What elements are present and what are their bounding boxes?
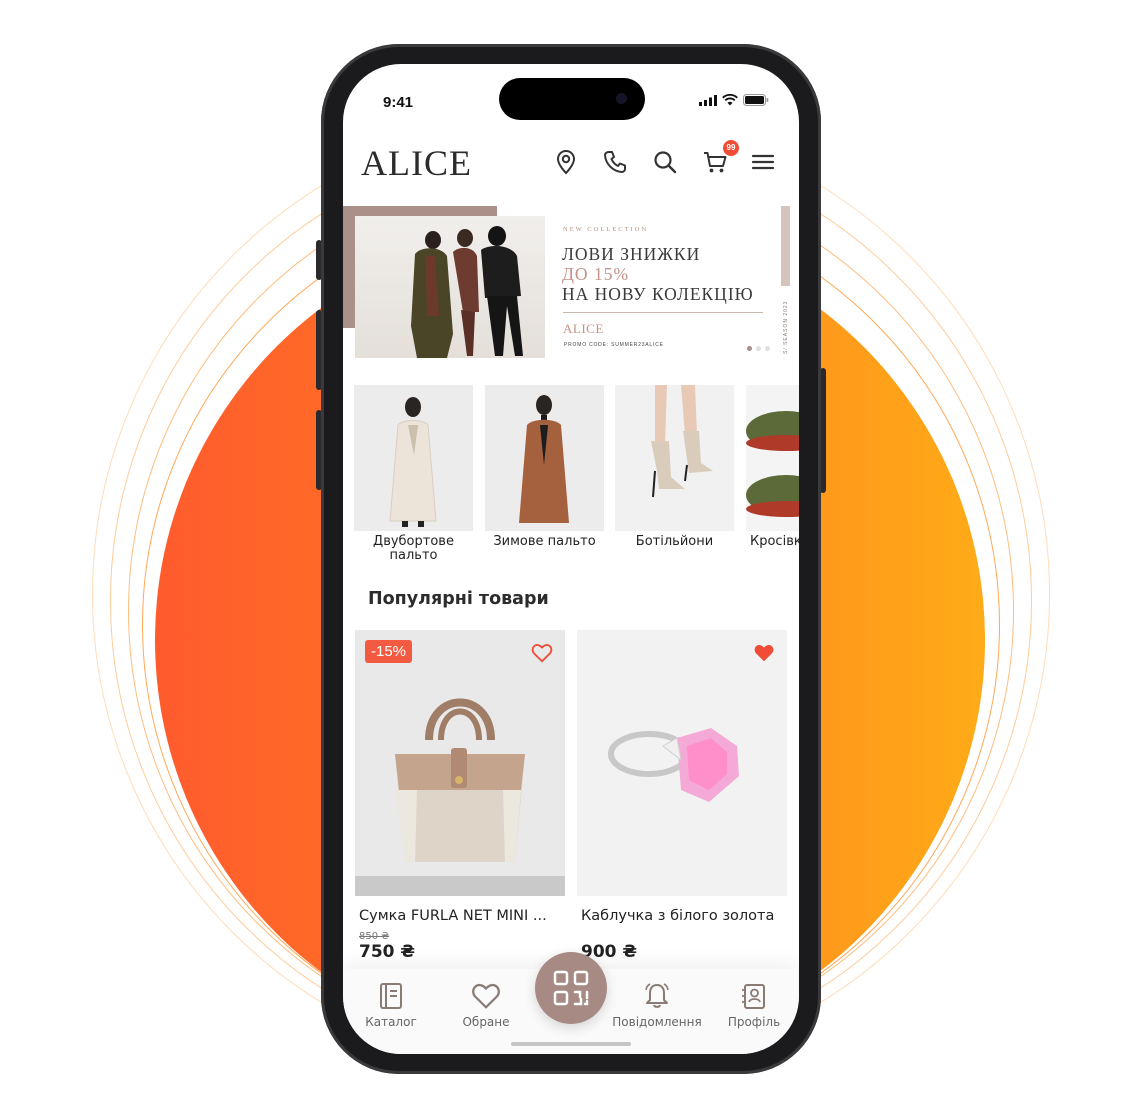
- status-time: 9:41: [383, 94, 414, 111]
- product-old-price: 850 ₴: [359, 931, 390, 942]
- category-label: Кросівки: [750, 534, 799, 549]
- category-item[interactable]: Кросівки: [746, 385, 799, 549]
- battery-icon: [743, 94, 769, 106]
- category-image: [354, 385, 473, 531]
- profile-icon: [742, 984, 765, 1009]
- category-image: [615, 385, 734, 531]
- product-image: -15%: [355, 630, 565, 896]
- product-card[interactable]: Каблучка з білого золота . 900 ₴: [577, 630, 787, 962]
- wifi-icon: [722, 94, 738, 106]
- category-label: Ботільйони: [635, 534, 714, 549]
- category-image: [746, 385, 799, 531]
- banner-eyebrow: NEW COLLECTION: [563, 226, 649, 233]
- signal-icon: [699, 94, 717, 106]
- tab-label: Каталог: [365, 1015, 417, 1029]
- search-icon[interactable]: [651, 148, 679, 176]
- category-item[interactable]: Двубортове пальто: [354, 385, 473, 563]
- banner-brand: ALICE: [563, 321, 604, 336]
- carousel-dot[interactable]: [765, 346, 770, 351]
- heart-icon: [472, 983, 500, 1009]
- banner-promo-code: PROMO CODE: SUMMER23ALICE: [564, 342, 664, 348]
- product-price: 900 ₴: [581, 942, 638, 962]
- tab-favorites[interactable]: Обране: [441, 981, 531, 1029]
- category-image: [485, 385, 604, 531]
- carousel-dots[interactable]: [747, 346, 770, 351]
- promo-banner[interactable]: NEW COLLECTION ЛОВИ ЗНИЖКИ ДО 15% НА НОВ…: [343, 206, 799, 366]
- carousel-dot[interactable]: [756, 346, 761, 351]
- cart-count-badge: 99: [723, 140, 739, 156]
- product-name[interactable]: Каблучка з білого золота: [577, 908, 787, 924]
- tab-notifications[interactable]: Повідомлення: [611, 981, 703, 1029]
- category-item[interactable]: Ботільйони: [615, 385, 734, 549]
- tab-label: Повідомлення: [612, 1015, 702, 1029]
- product-card[interactable]: -15% Сумка FURLA NET MINI ... 850 ₴ 750 …: [355, 630, 565, 962]
- category-label: Зимове пальто: [493, 534, 596, 549]
- tab-label: Профіль: [727, 1015, 781, 1029]
- phone-icon[interactable]: [601, 148, 629, 176]
- discount-badge: -15%: [365, 640, 413, 663]
- banner-headline-3: НА НОВУ КОЛЕКЦІЮ: [562, 284, 754, 304]
- dynamic-island: [499, 78, 645, 120]
- favorite-heart-icon[interactable]: [753, 642, 775, 664]
- models-illustration: [411, 226, 523, 358]
- phone-screen: 9:41 ALICE 99 NEW COLLECTION ЛОВИ ЗНИЖКИ…: [343, 64, 799, 1054]
- banner-season-text: S/ SEASON 2023: [783, 300, 789, 354]
- category-carousel[interactable]: Двубортове пальто Зимове пальто Ботільйо…: [354, 385, 799, 570]
- banner-divider: [563, 312, 763, 313]
- menu-icon[interactable]: [749, 148, 777, 176]
- section-title: Популярні товари: [368, 589, 549, 609]
- product-price: 750 ₴: [359, 942, 416, 962]
- brand-logo[interactable]: ALICE: [361, 142, 472, 184]
- banner-headline-2: ДО 15%: [562, 264, 630, 284]
- location-icon[interactable]: [552, 148, 580, 176]
- product-name[interactable]: Сумка FURLA NET MINI ...: [355, 908, 565, 924]
- qr-scan-icon: [553, 970, 589, 1006]
- banner-photo: [355, 216, 545, 358]
- bell-icon: [645, 983, 669, 1008]
- favorite-heart-icon[interactable]: [531, 642, 553, 664]
- category-item[interactable]: Зимове пальто: [485, 385, 604, 549]
- qr-scan-button[interactable]: [535, 952, 607, 1024]
- catalog-icon: [380, 983, 402, 1009]
- category-label: Двубортове пальто: [373, 534, 454, 563]
- banner-headline-1: ЛОВИ ЗНИЖКИ: [562, 244, 701, 264]
- status-icons: [699, 94, 769, 106]
- product-image: [577, 630, 787, 896]
- home-indicator: [511, 1042, 631, 1046]
- tab-catalog[interactable]: Каталог: [346, 981, 436, 1029]
- carousel-dot[interactable]: [747, 346, 752, 351]
- tab-profile[interactable]: Профіль: [709, 981, 799, 1029]
- banner-side-strip: [781, 206, 790, 286]
- tab-label: Обране: [462, 1015, 510, 1029]
